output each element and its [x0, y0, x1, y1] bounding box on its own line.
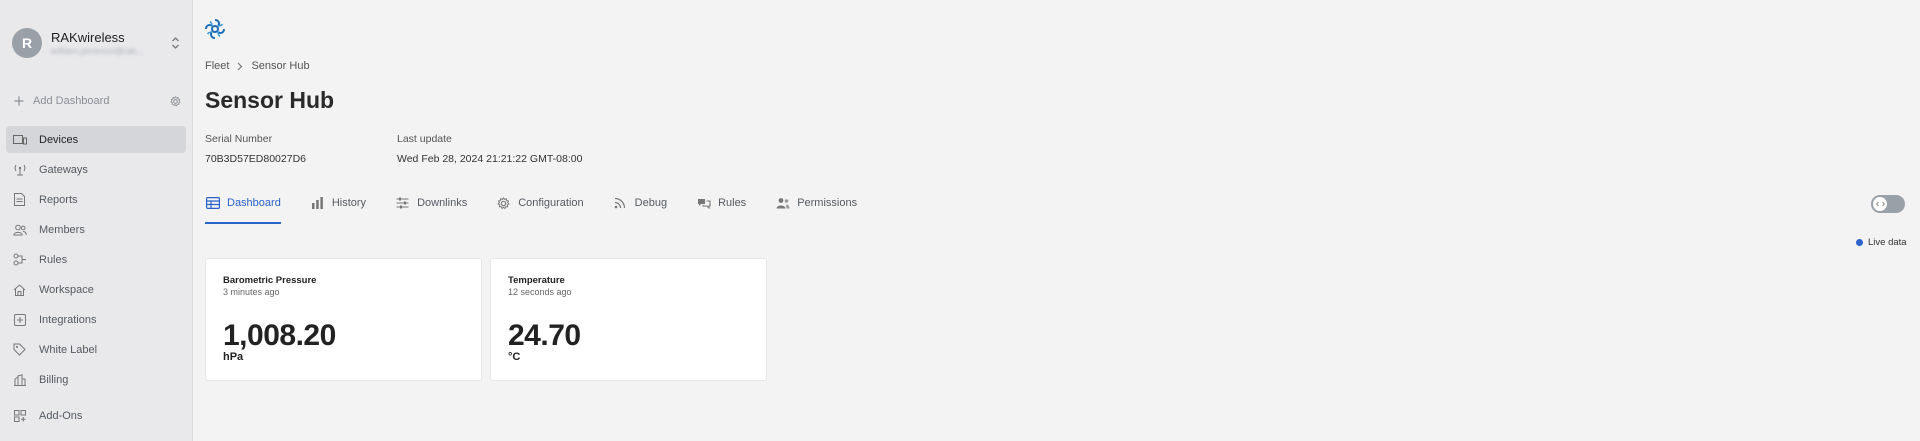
tab-configuration[interactable]: Configuration: [496, 188, 584, 218]
sliders-icon: [395, 196, 410, 211]
sidebar-item-workspace[interactable]: Workspace: [6, 276, 186, 303]
widget-unit: hPa: [223, 351, 244, 363]
tab-downlinks[interactable]: Downlinks: [395, 188, 467, 218]
add-dashboard-label: Add Dashboard: [33, 95, 110, 107]
tab-label: Debug: [634, 197, 668, 209]
widget-timestamp: 3 minutes ago: [223, 287, 280, 297]
rules-icon: [12, 252, 27, 267]
gear-icon[interactable]: [168, 94, 182, 108]
tab-label: Rules: [718, 197, 747, 209]
widget-unit: °C: [508, 351, 521, 363]
tab-debug[interactable]: Debug: [613, 188, 667, 218]
tab-label: Configuration: [518, 197, 584, 209]
page-title: Sensor Hub: [205, 87, 335, 113]
sidebar-item-label: Members: [39, 223, 85, 236]
sidebar-item-label: Gateways: [39, 163, 88, 176]
tab-permissions[interactable]: Permissions: [775, 188, 857, 218]
sidebar-item-add-ons[interactable]: Add-Ons: [6, 402, 186, 429]
tab-dashboard[interactable]: Dashboard: [205, 188, 281, 224]
tab-label: Permissions: [797, 197, 858, 209]
sidebar-item-label: Reports: [39, 193, 78, 206]
serial-number-block: Serial Number 70B3D57ED80027D6: [205, 133, 306, 165]
widget-value: 1,008.20: [223, 319, 336, 352]
integrations-icon: [12, 312, 27, 327]
home-icon: [12, 282, 27, 297]
chevron-right-icon: [237, 62, 243, 71]
sidebar-nav: Devices Gateways Reports Members Rules W…: [6, 126, 186, 432]
sidebar-item-label: Rules: [39, 253, 68, 266]
chevron-updown-icon[interactable]: [168, 33, 182, 53]
sidebar-item-integrations[interactable]: Integrations: [6, 306, 186, 333]
widget-title: Temperature: [508, 275, 565, 286]
org-switcher[interactable]: R RAKwireless william.jameson@rak...: [12, 27, 182, 59]
breadcrumb-fleet[interactable]: Fleet: [205, 60, 229, 72]
org-name: RAKwireless: [51, 29, 125, 45]
gear-icon: [496, 196, 511, 211]
last-update-block: Last update Wed Feb 28, 2024 21:21:22 GM…: [397, 133, 582, 165]
rss-icon: [613, 196, 628, 211]
org-text: RAKwireless william.jameson@rak...: [51, 30, 160, 57]
sidebar-item-reports[interactable]: Reports: [6, 186, 186, 213]
serial-number-label: Serial Number: [205, 133, 273, 145]
code-view-toggle[interactable]: [1871, 195, 1905, 213]
tab-history[interactable]: History: [310, 188, 366, 218]
live-data-indicator: Live data: [1856, 237, 1907, 248]
table-icon: [205, 196, 220, 211]
report-icon: [12, 192, 27, 207]
org-subtitle: william.jameson@rak...: [51, 45, 144, 56]
tab-label: History: [331, 197, 367, 209]
sidebar: R RAKwireless william.jameson@rak... Add…: [0, 0, 193, 441]
tab-label: Downlinks: [417, 197, 468, 209]
add-dashboard-button[interactable]: Add Dashboard: [12, 92, 182, 110]
serial-number-value: 70B3D57ED80027D6: [205, 153, 306, 165]
widget-title: Barometric Pressure: [223, 275, 317, 286]
sidebar-item-billing[interactable]: Billing: [6, 366, 186, 393]
tag-icon: [12, 342, 27, 357]
breadcrumb-current: Sensor Hub: [251, 60, 310, 72]
brand-logo-icon: [204, 18, 226, 40]
widget-value: 24.70: [508, 319, 581, 352]
sidebar-item-label: Devices: [39, 133, 79, 146]
org-avatar: R: [12, 28, 42, 58]
sidebar-item-rules[interactable]: Rules: [6, 246, 186, 273]
sidebar-item-devices[interactable]: Devices: [6, 126, 186, 153]
sidebar-item-label: Billing: [39, 373, 69, 386]
tab-rules[interactable]: Rules: [696, 188, 746, 218]
bar-chart-icon: [310, 196, 325, 211]
tab-bar: Dashboard History Downlinks Configuratio…: [205, 188, 886, 225]
last-update-label: Last update: [397, 133, 452, 145]
code-icon: [1873, 197, 1887, 211]
addons-icon: [12, 408, 27, 423]
plus-icon: [12, 96, 25, 106]
sidebar-item-label: White Label: [39, 343, 98, 356]
gateway-icon: [12, 162, 27, 177]
tab-label: Dashboard: [227, 197, 281, 209]
sidebar-item-label: Workspace: [39, 283, 94, 296]
last-update-value: Wed Feb 28, 2024 21:21:22 GMT-08:00: [397, 153, 583, 165]
widget-card[interactable]: Barometric Pressure 3 minutes ago 1,008.…: [205, 258, 482, 381]
live-dot: [1856, 239, 1863, 246]
sidebar-item-white-label[interactable]: White Label: [6, 336, 186, 363]
widget-timestamp: 12 seconds ago: [508, 287, 572, 297]
members-icon: [12, 222, 27, 237]
live-data-label: Live data: [1868, 237, 1907, 248]
devices-icon: [12, 132, 27, 147]
sidebar-item-label: Integrations: [39, 313, 97, 326]
breadcrumb: Fleet Sensor Hub: [205, 60, 310, 72]
users-icon: [775, 196, 790, 211]
widget-card[interactable]: Temperature 12 seconds ago 24.70 °C: [490, 258, 767, 381]
sidebar-item-gateways[interactable]: Gateways: [6, 156, 186, 183]
sidebar-item-label: Add-Ons: [39, 409, 83, 422]
sidebar-item-members[interactable]: Members: [6, 216, 186, 243]
billing-icon: [12, 372, 27, 387]
main-content: Fleet Sensor Hub Sensor Hub Serial Numbe…: [193, 0, 1920, 441]
rules-icon: [696, 196, 711, 211]
